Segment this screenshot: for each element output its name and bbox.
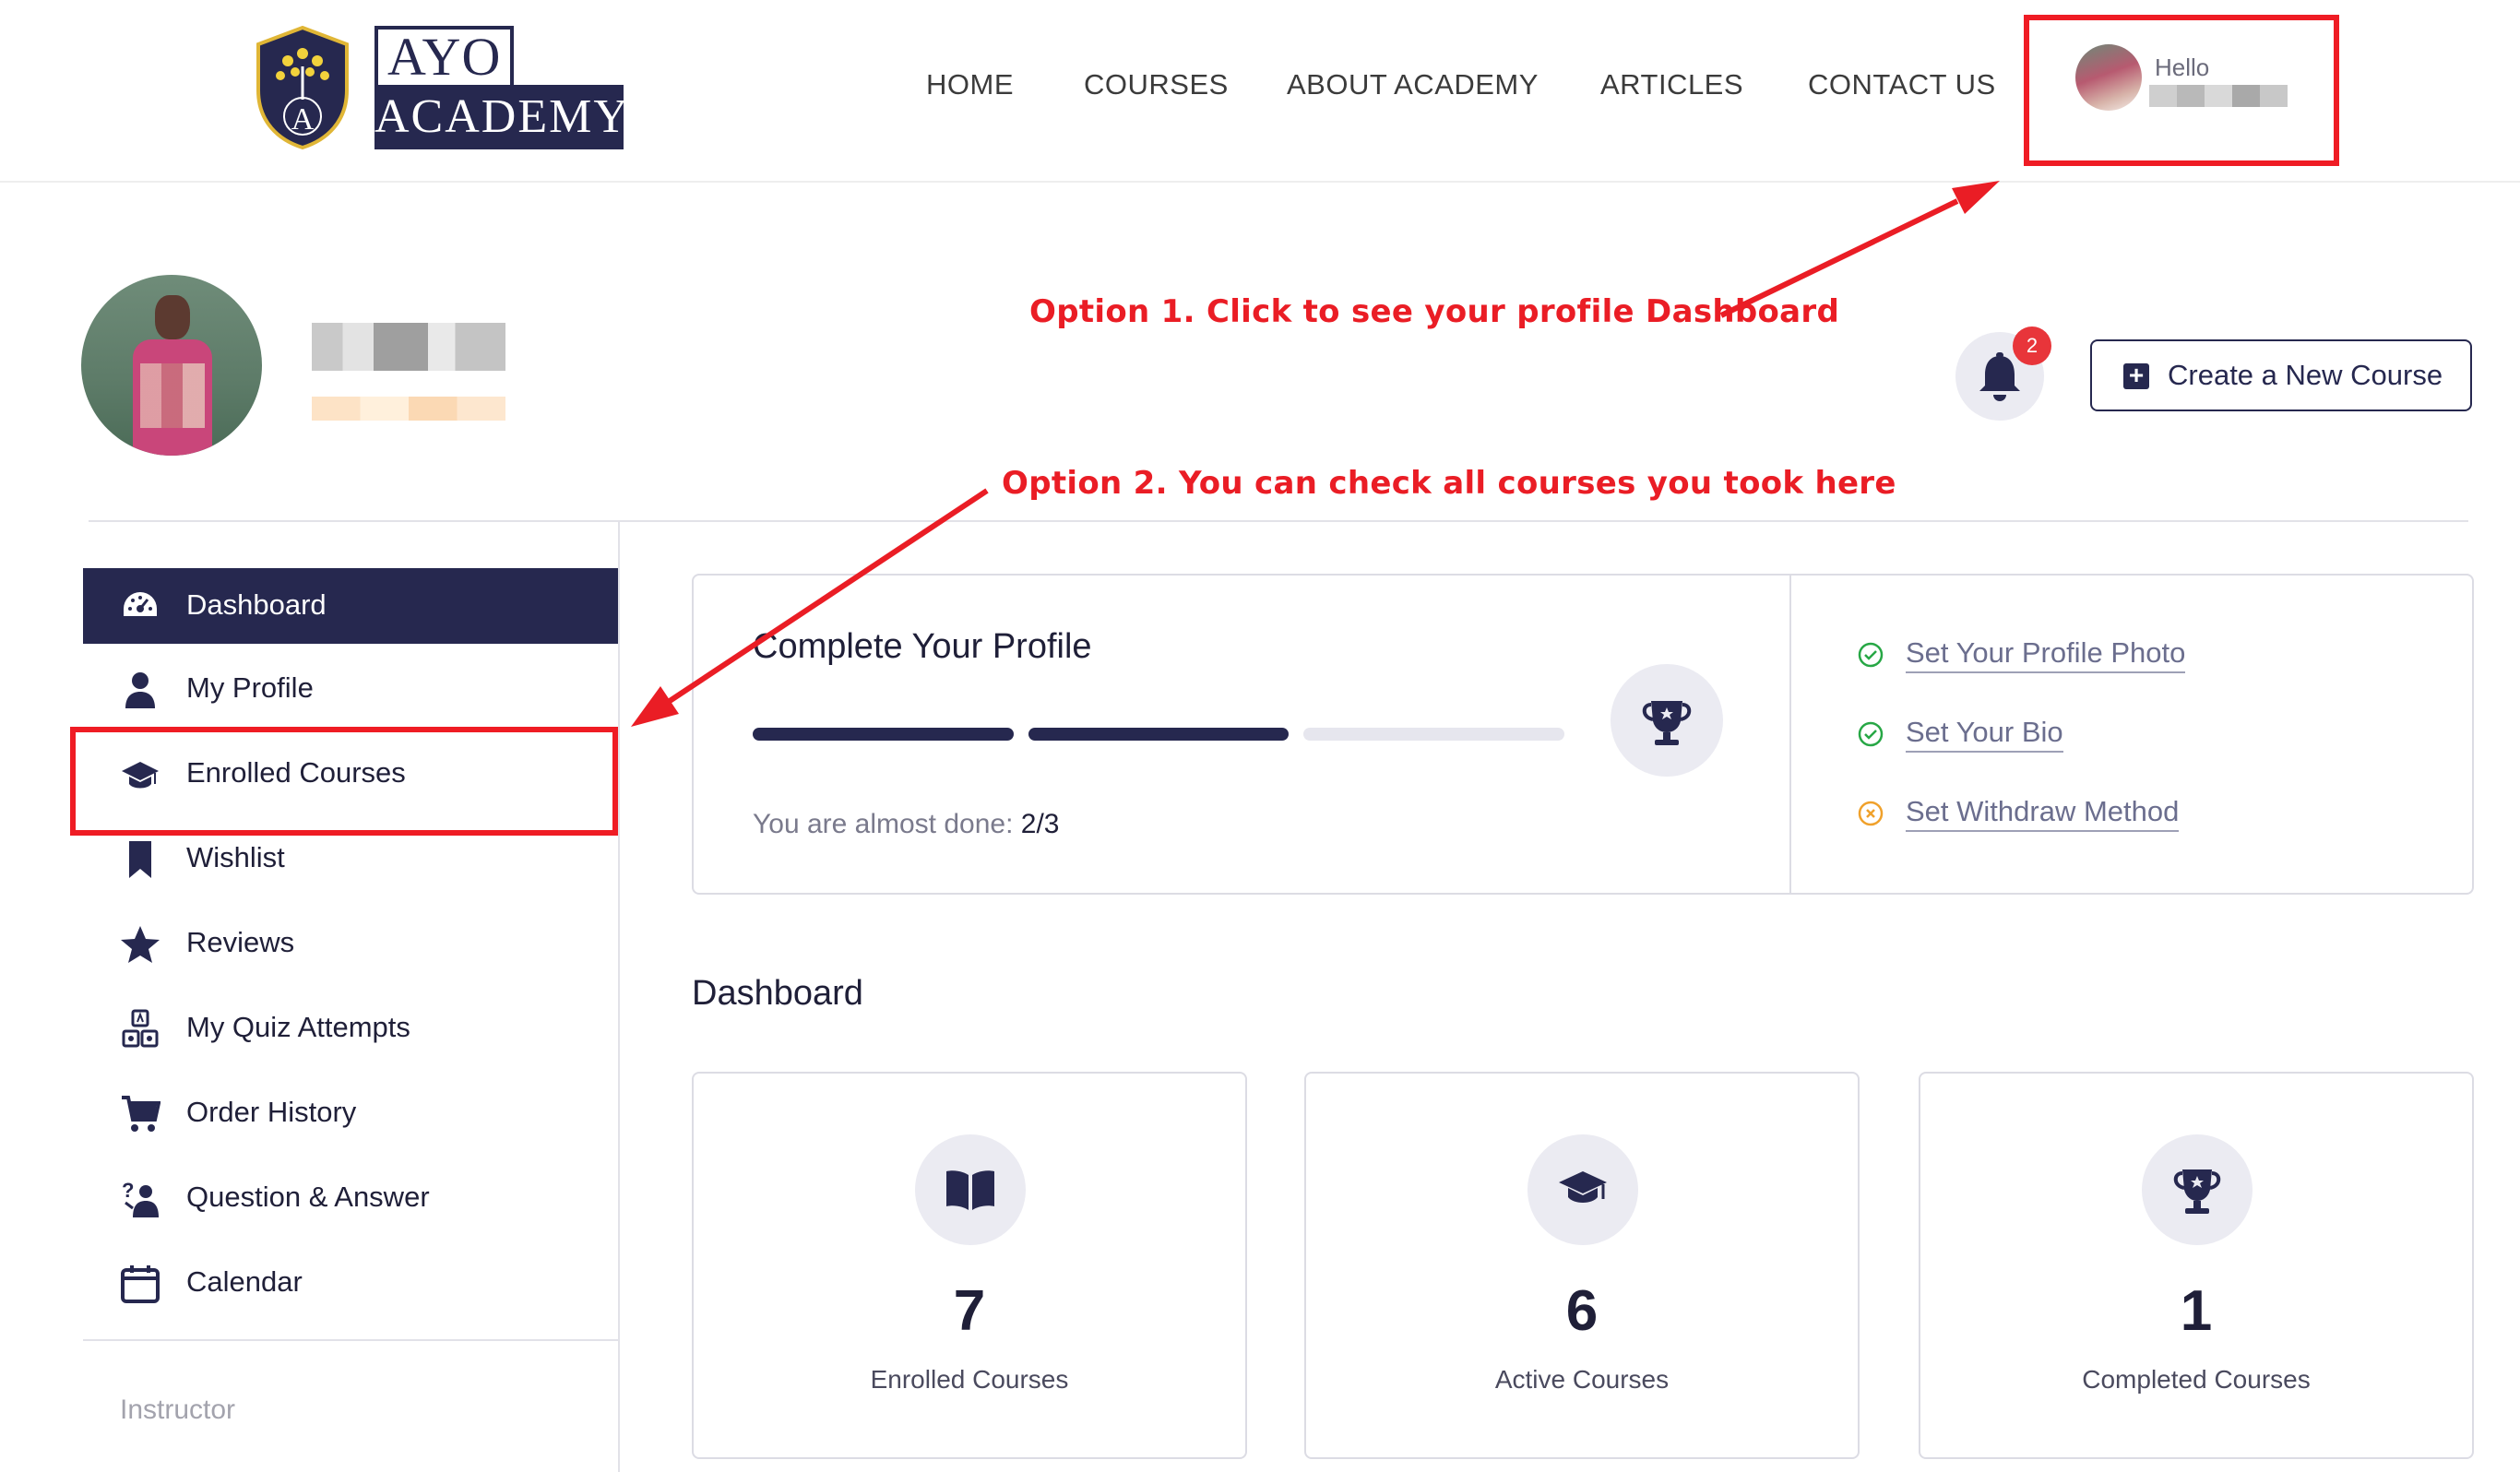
sidebar-item-label: Order History — [186, 1096, 357, 1128]
progress-segment-done — [1028, 728, 1290, 741]
stat-icon-circle — [1527, 1134, 1638, 1245]
bookmark-icon — [129, 841, 151, 878]
sidebar-item-wishlist[interactable]: Wishlist — [83, 821, 618, 896]
dashboard-title: Dashboard — [692, 974, 863, 1013]
checklist-link[interactable]: Set Your Profile Photo — [1906, 636, 2186, 673]
create-new-course-button[interactable]: + Create a New Course — [2090, 339, 2472, 411]
cart-icon — [122, 1096, 160, 1132]
sidebar-section-divider — [83, 1339, 618, 1341]
nav-home[interactable]: HOME — [926, 68, 1014, 101]
brand-line-2: ACADEMY — [374, 85, 628, 149]
stat-value: 1 — [2180, 1279, 2213, 1343]
annotation-option-2: Option 2. You can check all courses you … — [1002, 465, 1896, 502]
sidebar-item-question-answer[interactable]: ? Question & Answer — [83, 1160, 618, 1236]
checklist-link[interactable]: Set Your Bio — [1906, 716, 2063, 753]
stat-label: Active Courses — [1494, 1365, 1670, 1394]
check-circle-icon — [1858, 642, 1884, 668]
nav-articles[interactable]: ARTICLES — [1600, 68, 1743, 101]
profile-avatar — [81, 275, 262, 456]
stat-label: Enrolled Courses — [870, 1365, 1069, 1394]
card-divider — [1789, 574, 1791, 895]
highlight-box-user-menu — [2024, 15, 2339, 166]
stat-card-completed-courses: 1 Completed Courses — [1919, 1072, 2474, 1459]
x-circle-icon — [1858, 801, 1884, 826]
open-book-icon — [946, 1170, 994, 1210]
create-new-course-label: Create a New Course — [2168, 359, 2443, 391]
svg-text:?: ? — [122, 1179, 134, 1202]
profile-trophy-badge — [1611, 664, 1723, 777]
stat-card-active-courses: 6 Active Courses — [1304, 1072, 1860, 1459]
sidebar-border — [618, 522, 620, 1472]
sidebar-item-label: Wishlist — [186, 841, 285, 873]
sidebar-item-label: Question & Answer — [186, 1181, 430, 1213]
stat-card-enrolled-courses: 7 Enrolled Courses — [692, 1072, 1247, 1459]
sidebar-item-dashboard[interactable]: Dashboard — [83, 568, 618, 644]
progress-segment-done — [753, 728, 1014, 741]
profile-name-redacted — [312, 323, 505, 371]
check-circle-icon — [1858, 721, 1884, 747]
graduation-cap-icon — [1559, 1171, 1607, 1203]
question-answer-icon: ? — [122, 1179, 159, 1217]
stat-value: 7 — [953, 1279, 986, 1343]
sidebar-item-my-quiz-attempts[interactable]: My Quiz Attempts — [83, 991, 618, 1066]
nav-courses[interactable]: COURSES — [1084, 68, 1229, 101]
sidebar-item-label: Calendar — [186, 1265, 303, 1298]
brand-line-1: AYO — [374, 26, 515, 92]
plus-square-icon: + — [2123, 362, 2149, 389]
checklist-link[interactable]: Set Withdraw Method — [1906, 795, 2180, 832]
svg-text:A: A — [291, 102, 315, 137]
progress-segment-pending — [1303, 728, 1564, 741]
stat-icon-circle — [915, 1134, 1026, 1245]
complete-profile-title: Complete Your Profile — [753, 627, 1092, 666]
stat-icon-circle — [2142, 1134, 2253, 1245]
stat-value: 6 — [1565, 1279, 1599, 1343]
dashboard-gauge-icon — [124, 592, 157, 616]
quiz-blocks-icon — [122, 1009, 159, 1048]
trophy-icon — [1642, 701, 1692, 745]
sidebar-item-reviews[interactable]: Reviews — [83, 906, 618, 981]
sidebar-item-label: Reviews — [186, 926, 295, 958]
calendar-icon — [121, 1265, 160, 1303]
user-icon — [125, 672, 155, 708]
annotation-option-1: Option 1. Click to see your profile Dash… — [1029, 293, 1840, 330]
star-icon — [121, 926, 160, 963]
sidebar-item-label: My Quiz Attempts — [186, 1011, 410, 1043]
profile-progress-prefix: You are almost done: — [753, 809, 1014, 839]
trophy-icon — [2173, 1169, 2221, 1214]
nav-about-academy[interactable]: ABOUT ACADEMY — [1287, 68, 1539, 101]
stat-label: Completed Courses — [2082, 1365, 2311, 1394]
profile-progress-value: 2/3 — [1020, 809, 1060, 839]
sidebar-section-instructor: Instructor — [120, 1395, 236, 1425]
sidebar-item-order-history[interactable]: Order History — [83, 1075, 618, 1151]
profile-subtitle-redacted — [312, 397, 505, 421]
sidebar-item-label: Dashboard — [186, 588, 327, 621]
sidebar-item-my-profile[interactable]: My Profile — [83, 651, 618, 727]
nav-contact-us[interactable]: CONTACT US — [1808, 68, 1996, 101]
sidebar-item-label: My Profile — [186, 671, 314, 704]
section-divider — [89, 520, 2468, 522]
highlight-box-enrolled-courses — [70, 727, 618, 836]
sidebar-item-calendar[interactable]: Calendar — [83, 1245, 618, 1321]
notification-count-badge: 2 — [2013, 326, 2051, 365]
academy-shield-logo-icon[interactable]: A — [255, 26, 351, 149]
profile-progress-status: You are almost done: 2/3 — [753, 809, 1059, 840]
